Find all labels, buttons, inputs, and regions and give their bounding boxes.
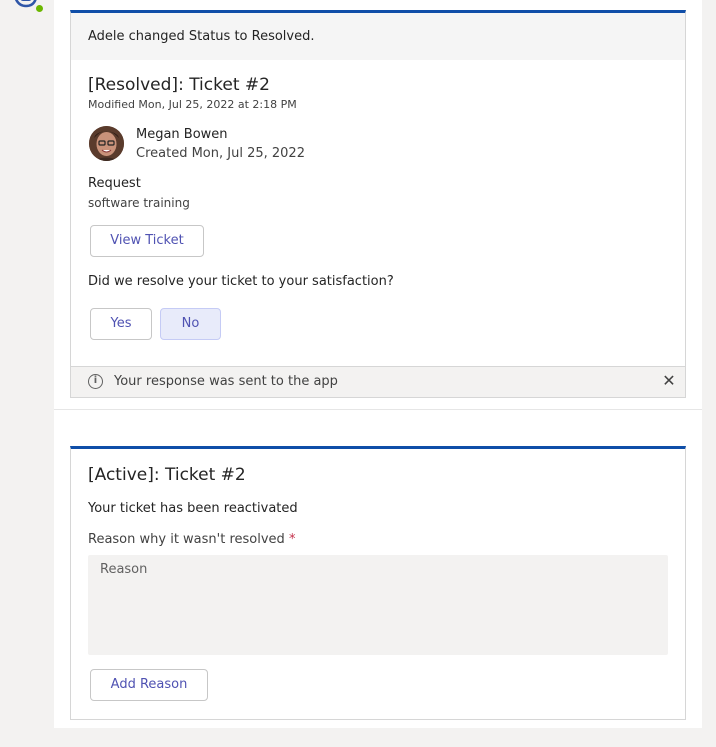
response-text: Your response was sent to the app [114,374,338,389]
modified-date: Modified Mon, Jul 25, 2022 at 2:18 PM [88,98,297,111]
reactivated-text: Your ticket has been reactivated [88,501,298,516]
satisfaction-question: Did we resolve your ticket to your satis… [88,274,394,289]
reason-label: Reason why it wasn't resolved * [88,532,296,547]
request-value: software training [88,196,190,210]
reason-input[interactable]: Reason [88,555,668,655]
yes-button[interactable]: Yes [90,308,152,340]
divider [54,409,702,410]
no-button[interactable]: No [160,308,221,340]
view-ticket-button[interactable]: View Ticket [90,225,204,257]
card-title: [Resolved]: Ticket #2 [88,75,270,95]
card-title: [Active]: Ticket #2 [88,465,246,485]
resolved-ticket-card: Adele changed Status to Resolved. [Resol… [70,10,686,398]
close-icon[interactable]: ✕ [661,373,677,389]
request-label: Request [88,176,141,191]
active-ticket-card: [Active]: Ticket #2 Your ticket has been… [70,446,686,720]
required-mark: * [288,532,296,547]
status-change-banner: Adele changed Status to Resolved. [71,13,685,60]
info-icon: i [88,374,103,389]
avatar[interactable] [89,126,124,161]
available-icon [34,3,45,14]
response-notice: i Your response was sent to the app ✕ [71,366,685,397]
add-reason-button[interactable]: Add Reason [90,669,208,701]
person-created: Created Mon, Jul 25, 2022 [136,146,305,161]
person-name: Megan Bowen [136,127,228,142]
